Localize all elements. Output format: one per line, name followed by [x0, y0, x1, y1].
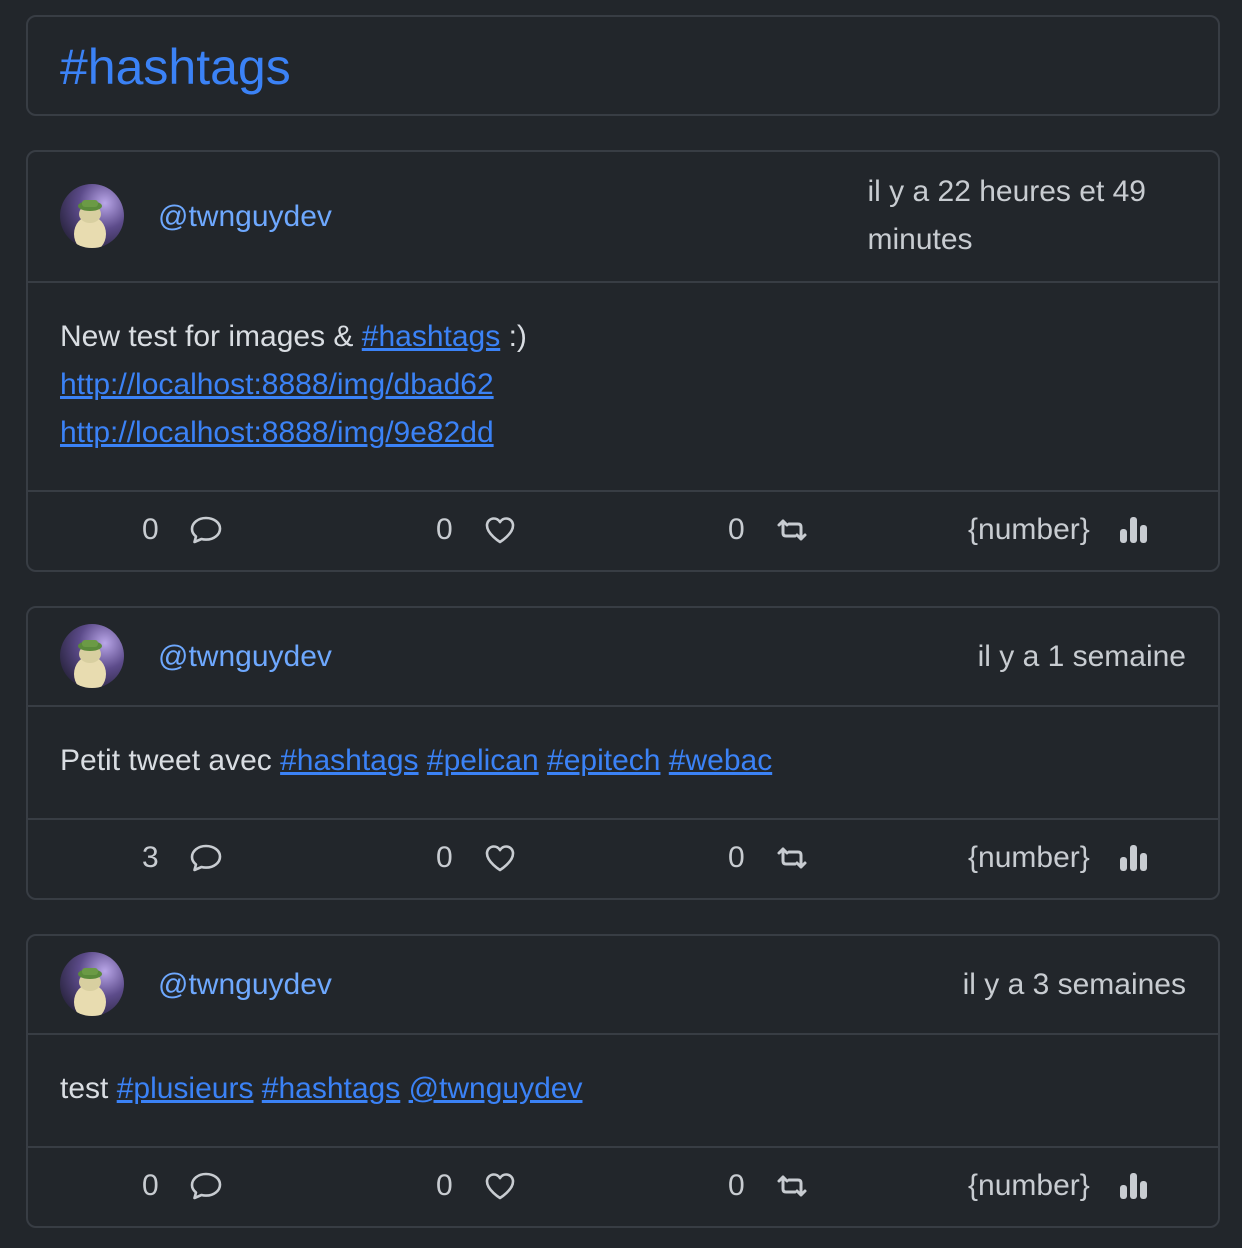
- hashtag-link[interactable]: #hashtags: [280, 744, 418, 777]
- hashtag-link[interactable]: #pelican: [427, 744, 539, 777]
- hashtag-link[interactable]: #epitech: [547, 744, 660, 777]
- post-card: @twnguydev il y a 3 semaines test #plusi…: [26, 934, 1220, 1228]
- post-card: @twnguydev il y a 1 semaine Petit tweet …: [26, 606, 1220, 900]
- comment-bubble-icon: [190, 516, 221, 544]
- bar-chart-icon: [1119, 1173, 1147, 1199]
- reply-count: 0: [142, 1169, 159, 1202]
- retweet-button[interactable]: 0: [728, 1146, 809, 1226]
- hashtag-link[interactable]: #webac: [669, 744, 772, 777]
- page-title: #hashtags: [60, 39, 291, 95]
- like-count: 0: [436, 841, 453, 874]
- mention-link[interactable]: @twnguydev: [409, 1072, 583, 1105]
- page: #hashtags @twnguydev il y a 22 heures et…: [0, 0, 1242, 1248]
- post-header: @twnguydev il y a 22 heures et 49 minute…: [28, 152, 1218, 283]
- retweet-count: 0: [728, 513, 745, 546]
- author-handle[interactable]: @twnguydev: [158, 199, 332, 235]
- like-button[interactable]: 0: [436, 1146, 517, 1226]
- retweet-icon: [777, 519, 807, 541]
- post-text-fragment: New test for images &: [60, 320, 362, 353]
- timestamp-line: minutes: [867, 223, 973, 256]
- post-text-fragment: Petit tweet avec: [60, 744, 281, 777]
- retweet-icon: [777, 1175, 807, 1197]
- post-text-line: New test for images & #hashtags :): [60, 313, 527, 361]
- post-text: test #plusieurs #hashtags @twnguydev: [60, 1065, 582, 1113]
- reply-button[interactable]: 3: [142, 818, 223, 898]
- image-link[interactable]: http://localhost:8888/img/dbad62: [60, 361, 527, 409]
- hashtag-link[interactable]: #hashtags: [262, 1072, 400, 1105]
- views-count: {number}: [968, 513, 1090, 546]
- post-header: @twnguydev il y a 1 semaine: [28, 608, 1218, 707]
- retweet-icon: [777, 847, 807, 869]
- retweet-button[interactable]: 0: [728, 490, 809, 570]
- post-actions: 3 0 0 {number}: [28, 818, 1218, 898]
- post-text-line: Petit tweet avec #hashtags #pelican #epi…: [60, 737, 772, 785]
- bar-chart-icon: [1119, 845, 1147, 871]
- author-handle[interactable]: @twnguydev: [158, 639, 332, 675]
- views-button[interactable]: {number}: [968, 818, 1150, 898]
- retweet-count: 0: [728, 841, 745, 874]
- post-body: Petit tweet avec #hashtags #pelican #epi…: [28, 705, 1218, 820]
- post-text: Petit tweet avec #hashtags #pelican #epi…: [60, 737, 772, 785]
- post-actions: 0 0 0 {number}: [28, 1146, 1218, 1226]
- post-header: @twnguydev il y a 3 semaines: [28, 936, 1218, 1035]
- like-count: 0: [436, 1169, 453, 1202]
- views-count: {number}: [968, 1169, 1090, 1202]
- post-actions: 0 0 0 {number}: [28, 490, 1218, 570]
- author-handle[interactable]: @twnguydev: [158, 967, 332, 1003]
- hashtag-link[interactable]: #hashtags: [362, 320, 500, 353]
- like-count: 0: [436, 513, 453, 546]
- like-button[interactable]: 0: [436, 490, 517, 570]
- comment-bubble-icon: [190, 844, 221, 872]
- title-card: #hashtags: [26, 15, 1220, 116]
- avatar[interactable]: [60, 624, 124, 688]
- post-timestamp: il y a 1 semaine: [977, 640, 1186, 673]
- post-body: New test for images & #hashtags :) http:…: [28, 281, 1218, 492]
- post-text-fragment: :): [500, 320, 527, 353]
- post-body: test #plusieurs #hashtags @twnguydev: [28, 1033, 1218, 1148]
- bar-chart-icon: [1119, 517, 1147, 543]
- heart-icon: [485, 845, 514, 872]
- reply-button[interactable]: 0: [142, 1146, 223, 1226]
- avatar[interactable]: [60, 952, 124, 1016]
- post-timestamp: il y a 3 semaines: [962, 968, 1186, 1001]
- retweet-count: 0: [728, 1169, 745, 1202]
- views-button[interactable]: {number}: [968, 1146, 1150, 1226]
- timestamp-line: il y a 22 heures et 49: [867, 175, 1146, 208]
- avatar[interactable]: [60, 184, 124, 248]
- reply-count: 3: [142, 841, 159, 874]
- post-card: @twnguydev il y a 22 heures et 49 minute…: [26, 150, 1220, 572]
- image-link[interactable]: http://localhost:8888/img/9e82dd: [60, 409, 527, 457]
- views-button[interactable]: {number}: [968, 490, 1150, 570]
- heart-icon: [485, 1173, 514, 1200]
- heart-icon: [485, 517, 514, 544]
- reply-count: 0: [142, 513, 159, 546]
- views-count: {number}: [968, 841, 1090, 874]
- post-text-line: test #plusieurs #hashtags @twnguydev: [60, 1065, 582, 1113]
- reply-button[interactable]: 0: [142, 490, 223, 570]
- like-button[interactable]: 0: [436, 818, 517, 898]
- post-text: New test for images & #hashtags :) http:…: [60, 313, 527, 457]
- comment-bubble-icon: [190, 1172, 221, 1200]
- post-timestamp: il y a 22 heures et 49 minutes: [867, 168, 1146, 264]
- post-text-fragment: test: [60, 1072, 117, 1105]
- retweet-button[interactable]: 0: [728, 818, 809, 898]
- hashtag-link[interactable]: #plusieurs: [117, 1072, 254, 1105]
